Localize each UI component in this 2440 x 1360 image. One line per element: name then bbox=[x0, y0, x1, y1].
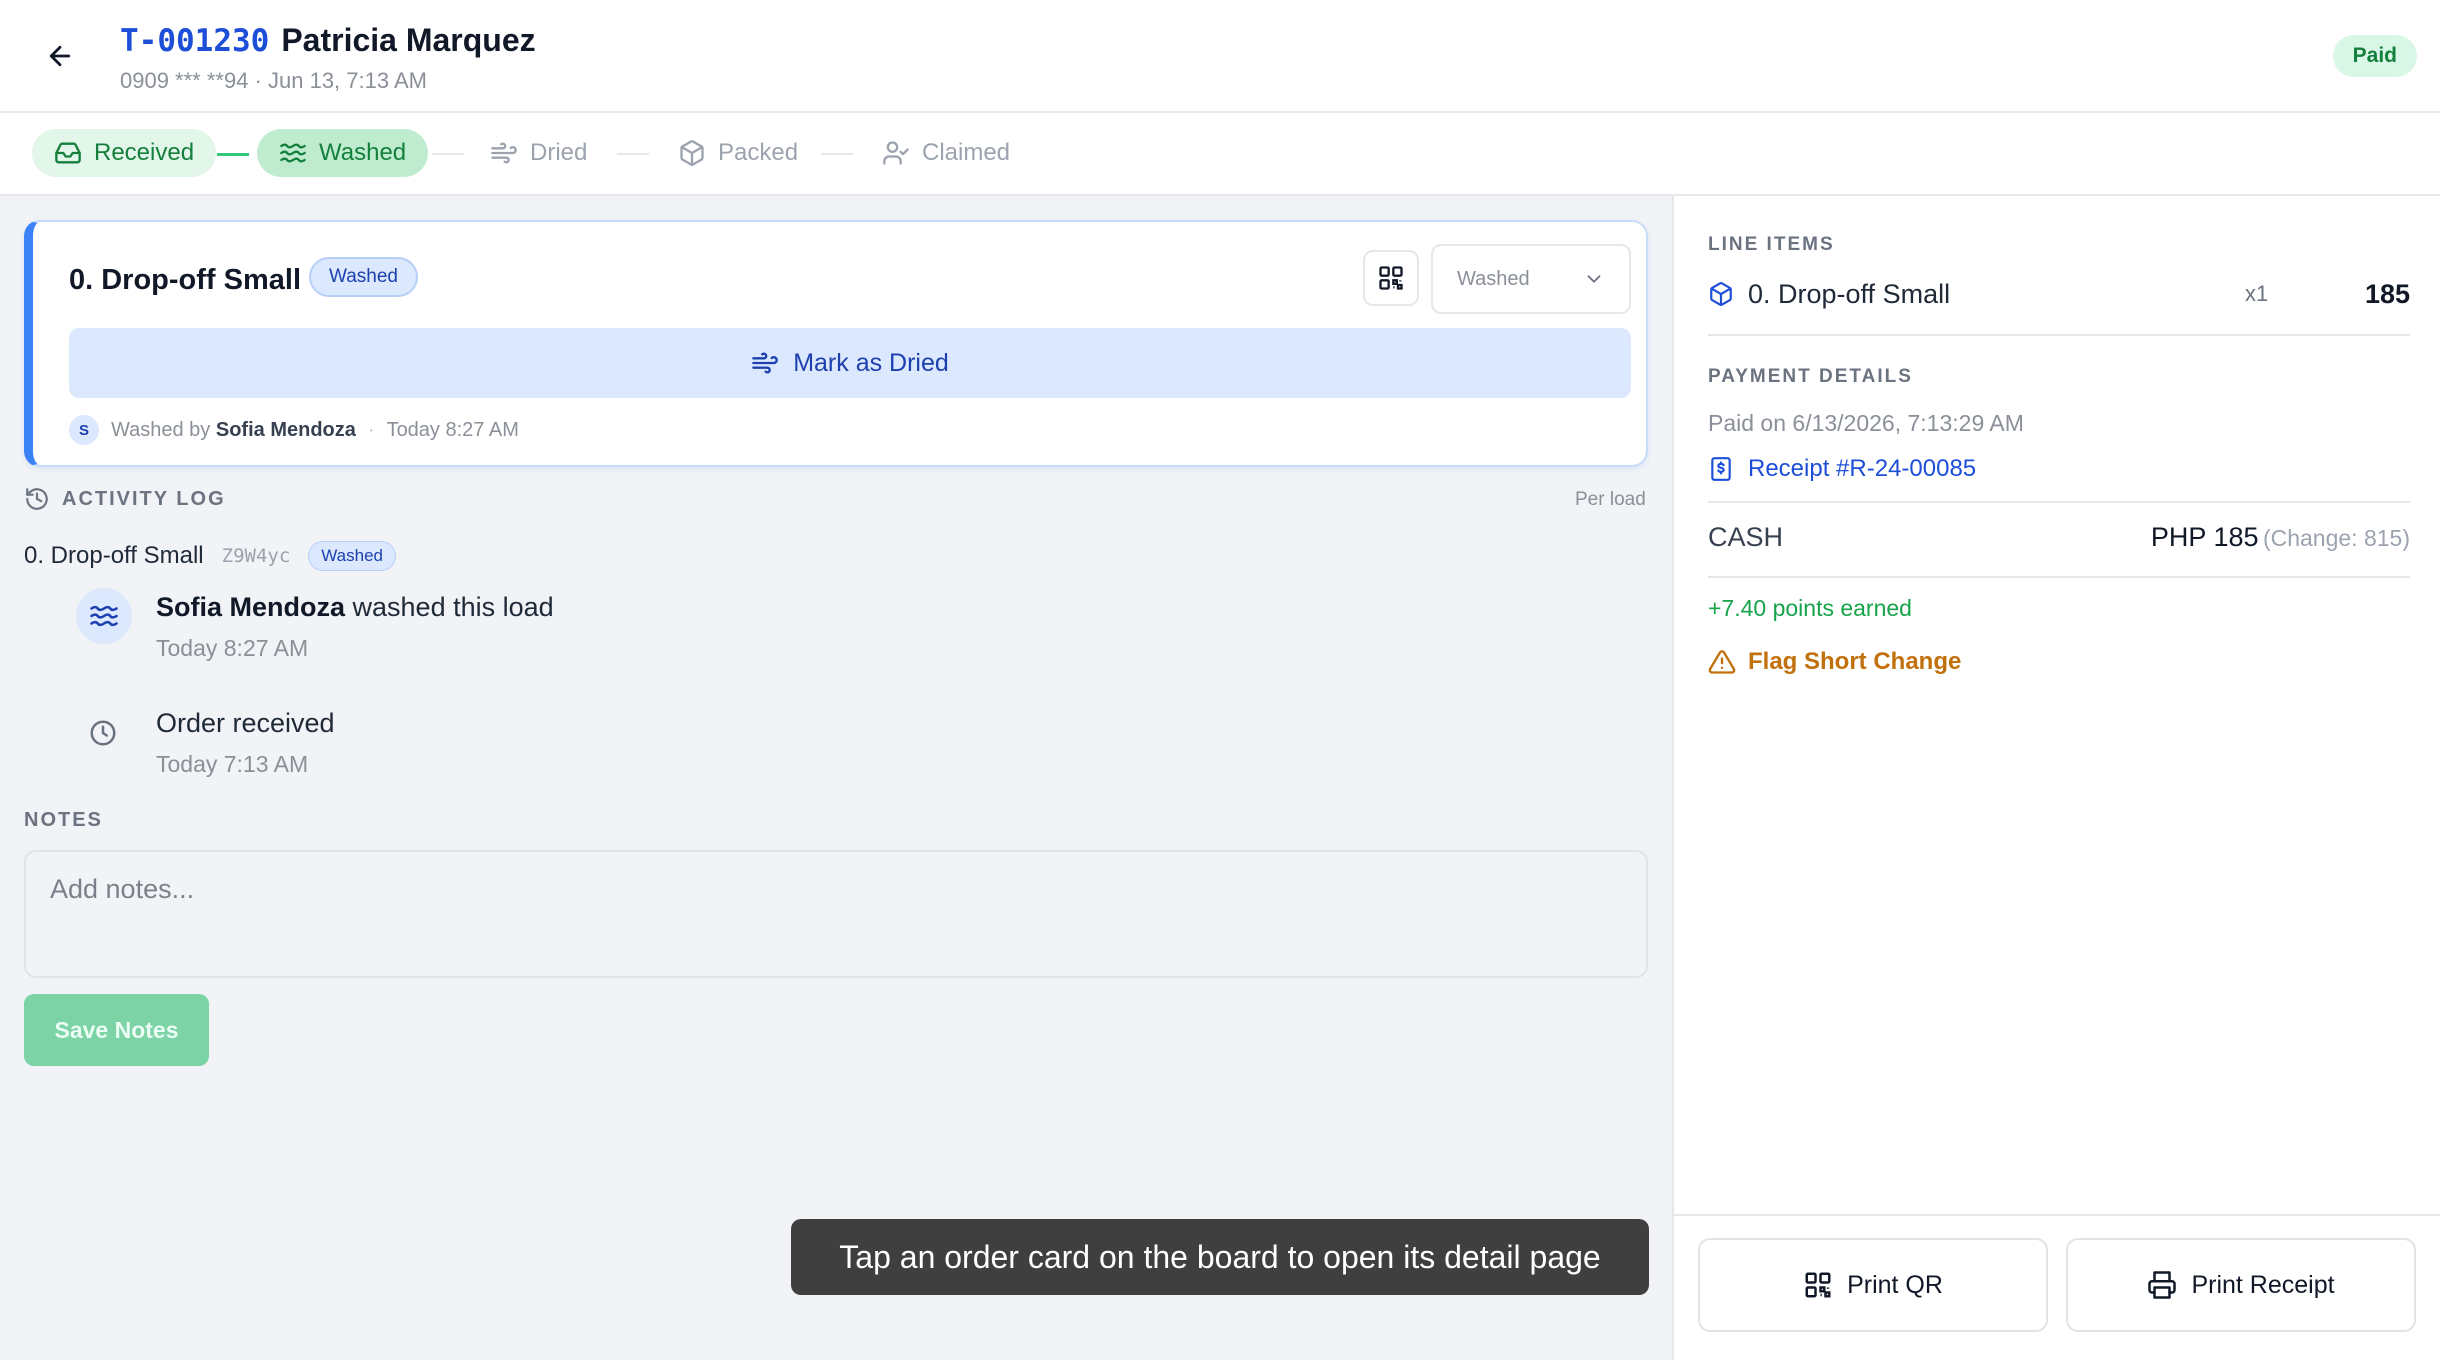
payment-amount: PHP 185 bbox=[2150, 522, 2259, 552]
receipt-label: Receipt #R-24-00085 bbox=[1748, 455, 1977, 482]
activity-wash-icon bbox=[76, 588, 132, 644]
step-label: Received bbox=[94, 139, 195, 166]
print-receipt-label: Print Receipt bbox=[2191, 1270, 2335, 1299]
flag-short-change-button[interactable]: Flag Short Change bbox=[1708, 648, 1961, 676]
order-header: T-001230 Patricia Marquez 0909 *** **94 … bbox=[0, 0, 2440, 113]
line-items-title: LINE ITEMS bbox=[1708, 234, 1835, 255]
notes-input[interactable] bbox=[24, 850, 1648, 978]
activity-actor: Sofia Mendoza bbox=[156, 592, 346, 622]
step-connector bbox=[821, 153, 853, 155]
step-connector bbox=[217, 153, 249, 156]
clock-icon bbox=[88, 718, 118, 748]
notes-title: NOTES bbox=[24, 809, 103, 831]
load-status-pill: Washed bbox=[309, 257, 418, 297]
back-button[interactable] bbox=[36, 36, 84, 76]
load-status-select[interactable]: Washed bbox=[1431, 244, 1631, 314]
flag-short-change-label: Flag Short Change bbox=[1748, 648, 1962, 675]
wind-icon bbox=[752, 352, 778, 374]
page-title: T-001230 Patricia Marquez bbox=[120, 22, 536, 59]
step-packed[interactable]: Packed bbox=[656, 129, 820, 177]
load-code: Z9W4yc bbox=[221, 545, 291, 567]
order-subtitle: 0909 *** **94 · Jun 13, 7:13 AM bbox=[120, 68, 427, 93]
step-connector bbox=[617, 153, 649, 155]
status-badge: Paid bbox=[2332, 35, 2417, 77]
package-icon bbox=[1710, 282, 1732, 307]
history-icon bbox=[26, 488, 48, 510]
line-item-qty: x1 bbox=[2245, 281, 2269, 306]
divider bbox=[1708, 576, 2410, 578]
warning-triangle-icon bbox=[1708, 650, 1736, 674]
mark-as-dried-label: Mark as Dried bbox=[793, 348, 949, 377]
paid-on-text: Paid on 6/13/2026, 7:13:29 AM bbox=[1708, 410, 2024, 436]
step-label: Packed bbox=[718, 139, 799, 166]
step-label: Dried bbox=[530, 139, 588, 166]
print-actions-footer: Print QR Print Receipt bbox=[1674, 1214, 2440, 1360]
wind-icon bbox=[491, 142, 517, 164]
user-check-icon bbox=[883, 141, 909, 165]
washed-by-meta: S Washed by Sofia Mendoza · Today 8:27 A… bbox=[69, 415, 519, 445]
step-label: Washed bbox=[319, 139, 407, 166]
inbox-icon bbox=[55, 142, 81, 164]
payment-change: (Change: 815) bbox=[2262, 525, 2410, 551]
points-earned: +7.40 points earned bbox=[1708, 595, 1912, 621]
activity-log-header: ACTIVITY LOG bbox=[24, 486, 226, 512]
washer-name: Sofia Mendoza bbox=[215, 418, 356, 441]
order-id: T-001230 bbox=[120, 23, 270, 59]
load-title: 0. Drop-off Small bbox=[69, 264, 302, 296]
print-receipt-button[interactable]: Print Receipt bbox=[2066, 1238, 2416, 1332]
payment-method-row: CASH PHP 185 (Change: 815) bbox=[1708, 522, 2410, 553]
receipt-icon bbox=[1711, 457, 1731, 481]
separator: · bbox=[367, 418, 375, 441]
receipt-link[interactable]: Receipt #R-24-00085 bbox=[1708, 455, 1976, 483]
divider bbox=[1708, 501, 2410, 503]
step-dried[interactable]: Dried bbox=[468, 129, 609, 177]
printer-icon bbox=[2148, 1271, 2177, 1299]
select-value: Washed bbox=[1457, 267, 1530, 290]
hint-toast: Tap an order card on the board to open i… bbox=[791, 1219, 1649, 1295]
activity-load-row: 0. Drop-off Small Z9W4yc Washed bbox=[24, 541, 396, 571]
line-item: 0. Drop-off Small x1 185 bbox=[1708, 274, 2410, 314]
activity-scope: Per load bbox=[1575, 489, 1646, 510]
load-qr-button[interactable] bbox=[1363, 250, 1419, 306]
step-claimed[interactable]: Claimed bbox=[860, 129, 1032, 177]
activity-load-status: Washed bbox=[308, 541, 396, 571]
activity-log-title: ACTIVITY LOG bbox=[62, 487, 226, 510]
customer-name: Patricia Marquez bbox=[281, 22, 536, 58]
print-qr-label: Print QR bbox=[1847, 1270, 1943, 1299]
mark-as-dried-button[interactable]: Mark as Dried bbox=[69, 328, 1631, 398]
load-card[interactable]: 0. Drop-off Small Washed Washed Mark as … bbox=[24, 220, 1648, 467]
save-notes-button[interactable]: Save Notes bbox=[24, 994, 209, 1066]
payment-details-title: PAYMENT DETAILS bbox=[1708, 366, 1913, 387]
step-connector bbox=[432, 153, 464, 155]
print-qr-button[interactable]: Print QR bbox=[1698, 1238, 2048, 1332]
activity-entry-time: Today 7:13 AM bbox=[156, 751, 309, 777]
qr-code-icon bbox=[1805, 1272, 1831, 1298]
step-washed[interactable]: Washed bbox=[257, 129, 429, 177]
avatar: S bbox=[69, 415, 99, 445]
step-label: Claimed bbox=[922, 139, 1011, 166]
qr-code-icon bbox=[1379, 266, 1403, 290]
line-item-price: 185 bbox=[2364, 278, 2410, 309]
activity-load-name: 0. Drop-off Small bbox=[24, 542, 204, 569]
activity-entry-text: Order received bbox=[156, 708, 335, 738]
washed-by-text: Washed by Sofia Mendoza bbox=[111, 418, 356, 441]
step-received[interactable]: Received bbox=[32, 129, 217, 177]
package-icon bbox=[680, 140, 704, 166]
waves-icon bbox=[90, 605, 118, 627]
line-item-name: 0. Drop-off Small bbox=[1748, 278, 1951, 309]
arrow-left-icon bbox=[49, 45, 71, 67]
payment-method: CASH bbox=[1708, 522, 1784, 552]
order-summary-panel: LINE ITEMS 0. Drop-off Small x1 185 PAYM… bbox=[1672, 196, 2440, 1360]
washed-time: Today 8:27 AM bbox=[386, 418, 519, 441]
status-stepper: Received Washed Dried Packed Claimed bbox=[0, 113, 2440, 196]
divider bbox=[1708, 334, 2410, 336]
payment-amount-group: PHP 185 (Change: 815) bbox=[2151, 522, 2410, 553]
chevron-down-icon bbox=[1587, 275, 1601, 283]
activity-entry-time: Today 8:27 AM bbox=[156, 635, 309, 661]
waves-icon bbox=[280, 143, 306, 163]
activity-entry-text: Sofia Mendoza washed this load bbox=[156, 592, 554, 622]
